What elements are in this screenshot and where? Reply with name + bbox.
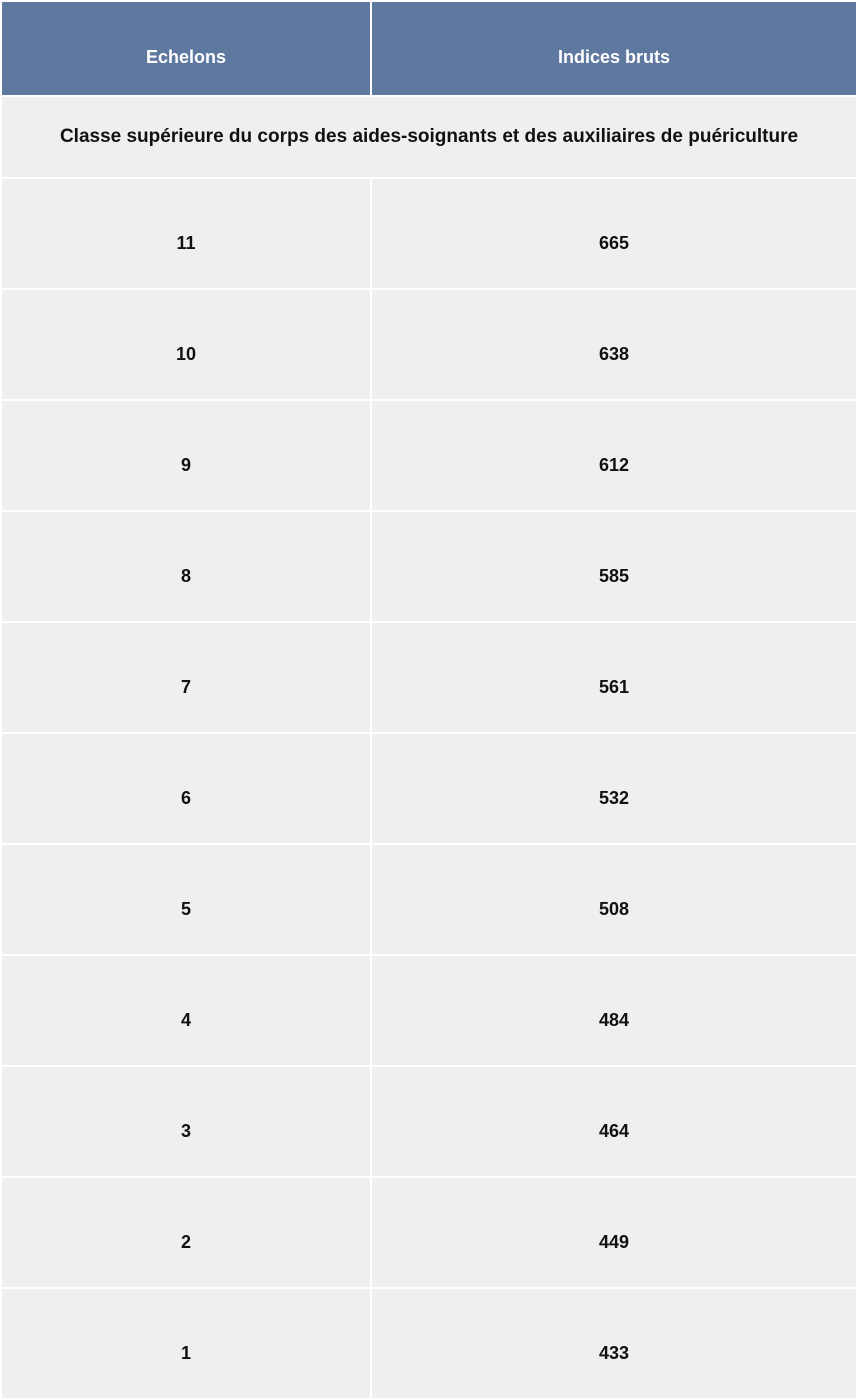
cell-echelon: 1	[1, 1288, 371, 1399]
cell-indice: 484	[371, 955, 856, 1066]
cell-indice: 449	[371, 1177, 856, 1288]
table-row: 5 508	[1, 844, 856, 955]
cell-indice: 532	[371, 733, 856, 844]
cell-indice: 612	[371, 400, 856, 511]
header-indices: Indices bruts	[371, 1, 856, 96]
table-row: 3 464	[1, 1066, 856, 1177]
cell-echelon: 8	[1, 511, 371, 622]
cell-echelon: 6	[1, 733, 371, 844]
cell-echelon: 4	[1, 955, 371, 1066]
table-row: 1 433	[1, 1288, 856, 1399]
section-title: Classe supérieure du corps des aides-soi…	[1, 96, 856, 178]
cell-indice: 585	[371, 511, 856, 622]
cell-echelon: 2	[1, 1177, 371, 1288]
cell-indice: 561	[371, 622, 856, 733]
table-row: 6 532	[1, 733, 856, 844]
salary-grid-table: Echelons Indices bruts Classe supérieure…	[0, 0, 856, 1400]
table-row: 4 484	[1, 955, 856, 1066]
cell-echelon: 3	[1, 1066, 371, 1177]
cell-indice: 433	[371, 1288, 856, 1399]
table-row: 10 638	[1, 289, 856, 400]
cell-echelon: 7	[1, 622, 371, 733]
table-row: 7 561	[1, 622, 856, 733]
header-echelons: Echelons	[1, 1, 371, 96]
cell-indice: 464	[371, 1066, 856, 1177]
table-row: 9 612	[1, 400, 856, 511]
cell-indice: 638	[371, 289, 856, 400]
cell-indice: 665	[371, 178, 856, 289]
section-title-row: Classe supérieure du corps des aides-soi…	[1, 96, 856, 178]
table-row: 8 585	[1, 511, 856, 622]
cell-echelon: 10	[1, 289, 371, 400]
cell-echelon: 5	[1, 844, 371, 955]
table-row: 2 449	[1, 1177, 856, 1288]
cell-echelon: 11	[1, 178, 371, 289]
table-row: 11 665	[1, 178, 856, 289]
table-header-row: Echelons Indices bruts	[1, 1, 856, 96]
cell-indice: 508	[371, 844, 856, 955]
cell-echelon: 9	[1, 400, 371, 511]
